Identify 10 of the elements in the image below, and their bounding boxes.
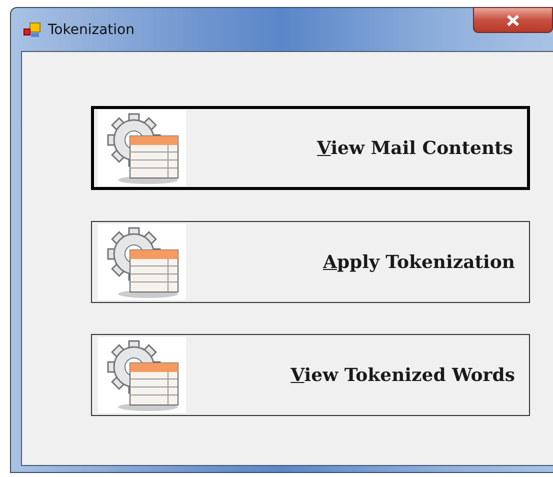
close-button[interactable] bbox=[473, 7, 553, 33]
gear-table-icon bbox=[98, 110, 186, 186]
close-icon bbox=[506, 14, 520, 26]
gear-table-icon bbox=[98, 337, 186, 413]
gear-table-icon bbox=[98, 224, 186, 300]
app-icon bbox=[23, 22, 41, 38]
action-button[interactable]: Apply Tokenization bbox=[91, 221, 530, 303]
action-button[interactable]: View Tokenized Words bbox=[91, 334, 530, 416]
window-title: Tokenization bbox=[48, 22, 134, 38]
action-button[interactable]: View Mail Contents bbox=[91, 106, 530, 190]
